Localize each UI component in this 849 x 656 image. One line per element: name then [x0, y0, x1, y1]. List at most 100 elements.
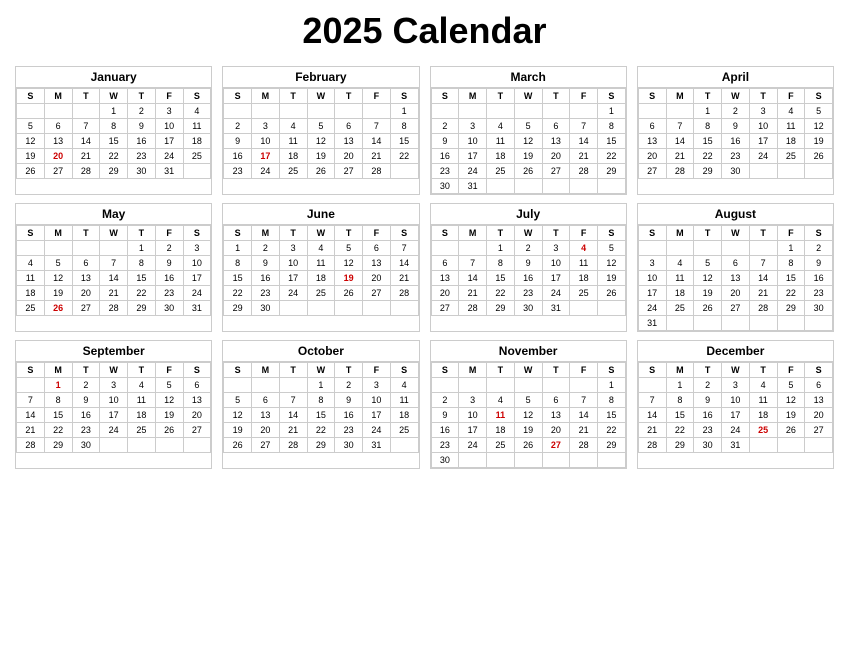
day-cell: 28 — [666, 164, 694, 179]
day-cell: 17 — [252, 149, 280, 164]
day-cell — [100, 241, 128, 256]
day-cell: 27 — [44, 164, 72, 179]
day-cell — [570, 453, 598, 468]
day-cell: 24 — [155, 149, 183, 164]
day-cell: 25 — [570, 286, 598, 301]
day-cell: 25 — [777, 149, 805, 164]
day-cell: 12 — [598, 256, 626, 271]
day-cell: 3 — [100, 378, 128, 393]
day-cell: 17 — [459, 149, 487, 164]
day-cell: 26 — [17, 164, 45, 179]
day-header: W — [307, 363, 335, 378]
day-cell: 1 — [100, 104, 128, 119]
month-title: February — [223, 67, 418, 88]
day-cell: 6 — [44, 119, 72, 134]
day-cell: 4 — [777, 104, 805, 119]
day-cell — [487, 104, 515, 119]
day-cell: 26 — [514, 438, 542, 453]
day-cell — [487, 378, 515, 393]
day-cell: 23 — [694, 423, 722, 438]
day-cell: 2 — [805, 241, 833, 256]
day-header: F — [363, 226, 391, 241]
day-cell — [307, 301, 335, 316]
day-cell: 20 — [542, 423, 570, 438]
month-november: NovemberSMTWTFS1234567891011121314151617… — [430, 340, 627, 469]
day-cell: 11 — [279, 134, 307, 149]
day-cell — [694, 316, 722, 331]
day-header: W — [722, 226, 750, 241]
day-cell: 9 — [224, 134, 252, 149]
day-header: M — [252, 363, 280, 378]
month-title: April — [638, 67, 833, 88]
day-cell: 18 — [17, 286, 45, 301]
day-cell: 11 — [487, 134, 515, 149]
day-cell: 6 — [363, 241, 391, 256]
day-cell: 13 — [542, 408, 570, 423]
day-header: F — [570, 363, 598, 378]
day-cell: 9 — [252, 256, 280, 271]
day-cell — [252, 104, 280, 119]
day-cell: 21 — [749, 286, 777, 301]
day-cell: 13 — [44, 134, 72, 149]
month-title: November — [431, 341, 626, 362]
day-cell: 28 — [72, 164, 100, 179]
day-cell — [307, 104, 335, 119]
day-cell — [279, 301, 307, 316]
day-cell: 19 — [155, 408, 183, 423]
day-cell: 1 — [694, 104, 722, 119]
day-cell: 30 — [431, 453, 459, 468]
day-header: M — [459, 226, 487, 241]
day-cell: 31 — [183, 301, 211, 316]
day-cell: 8 — [666, 393, 694, 408]
day-cell: 22 — [694, 149, 722, 164]
day-cell: 10 — [542, 256, 570, 271]
day-cell: 6 — [72, 256, 100, 271]
day-cell — [777, 316, 805, 331]
day-cell: 4 — [307, 241, 335, 256]
day-cell: 11 — [17, 271, 45, 286]
day-cell: 29 — [224, 301, 252, 316]
day-cell: 21 — [279, 423, 307, 438]
day-header: W — [722, 89, 750, 104]
day-cell: 18 — [487, 149, 515, 164]
day-cell: 2 — [224, 119, 252, 134]
day-cell: 17 — [155, 134, 183, 149]
day-cell: 22 — [666, 423, 694, 438]
day-cell: 27 — [363, 286, 391, 301]
day-cell — [44, 241, 72, 256]
day-cell — [666, 316, 694, 331]
day-cell: 24 — [183, 286, 211, 301]
day-cell: 6 — [542, 119, 570, 134]
day-cell: 11 — [128, 393, 156, 408]
day-cell: 23 — [224, 164, 252, 179]
day-cell: 23 — [805, 286, 833, 301]
day-cell: 7 — [570, 119, 598, 134]
day-header: T — [72, 226, 100, 241]
day-cell: 2 — [252, 241, 280, 256]
day-cell: 27 — [722, 301, 750, 316]
day-cell: 10 — [252, 134, 280, 149]
day-cell: 22 — [487, 286, 515, 301]
day-cell: 21 — [17, 423, 45, 438]
day-cell: 16 — [335, 408, 363, 423]
day-cell: 9 — [722, 119, 750, 134]
day-cell: 3 — [542, 241, 570, 256]
day-cell: 7 — [459, 256, 487, 271]
day-cell: 23 — [155, 286, 183, 301]
day-cell: 10 — [279, 256, 307, 271]
day-header: T — [279, 89, 307, 104]
day-cell: 8 — [487, 256, 515, 271]
day-cell — [363, 104, 391, 119]
day-cell: 5 — [514, 119, 542, 134]
day-cell: 17 — [638, 286, 666, 301]
day-cell: 13 — [72, 271, 100, 286]
day-cell: 1 — [777, 241, 805, 256]
day-cell: 4 — [749, 378, 777, 393]
day-cell: 16 — [252, 271, 280, 286]
day-cell — [72, 241, 100, 256]
day-header: W — [514, 226, 542, 241]
day-cell: 14 — [459, 271, 487, 286]
day-cell: 15 — [44, 408, 72, 423]
day-cell: 25 — [183, 149, 211, 164]
day-cell — [666, 241, 694, 256]
